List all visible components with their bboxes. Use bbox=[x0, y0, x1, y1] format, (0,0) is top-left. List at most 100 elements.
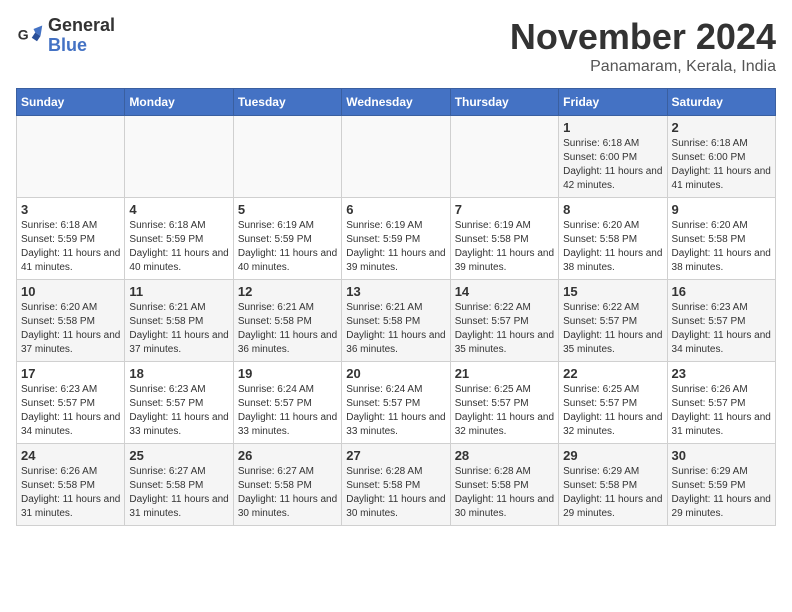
day-info: Sunrise: 6:20 AM Sunset: 5:58 PM Dayligh… bbox=[563, 219, 662, 275]
calendar-body: 1 Sunrise: 6:18 AM Sunset: 6:00 PM Daylig… bbox=[17, 116, 776, 526]
day-info: Sunrise: 6:29 AM Sunset: 5:58 PM Dayligh… bbox=[563, 465, 662, 521]
day-info: Sunrise: 6:27 AM Sunset: 5:58 PM Dayligh… bbox=[238, 465, 337, 521]
calendar-cell: 9 Sunrise: 6:20 AM Sunset: 5:58 PM Daylig… bbox=[667, 198, 775, 280]
calendar-cell: 7Sunrise: 6:19 AM Sunset: 5:58 PM Daylig… bbox=[450, 198, 558, 280]
weekday-row: SundayMondayTuesdayWednesdayThursdayFrid… bbox=[17, 89, 776, 116]
calendar-cell: 8Sunrise: 6:20 AM Sunset: 5:58 PM Daylig… bbox=[559, 198, 667, 280]
day-info: Sunrise: 6:19 AM Sunset: 5:59 PM Dayligh… bbox=[346, 219, 445, 275]
day-number: 30 bbox=[672, 448, 771, 463]
day-info: Sunrise: 6:19 AM Sunset: 5:59 PM Dayligh… bbox=[238, 219, 337, 275]
day-info: Sunrise: 6:26 AM Sunset: 5:58 PM Dayligh… bbox=[21, 465, 120, 521]
calendar-cell bbox=[233, 116, 341, 198]
day-info: Sunrise: 6:23 AM Sunset: 5:57 PM Dayligh… bbox=[672, 301, 771, 357]
week-row-0: 1 Sunrise: 6:18 AM Sunset: 6:00 PM Daylig… bbox=[17, 116, 776, 198]
week-row-1: 3 Sunrise: 6:18 AM Sunset: 5:59 PM Daylig… bbox=[17, 198, 776, 280]
day-number: 17 bbox=[21, 366, 120, 381]
calendar-cell: 27Sunrise: 6:28 AM Sunset: 5:58 PM Dayli… bbox=[342, 444, 450, 526]
day-number: 29 bbox=[563, 448, 662, 463]
day-info: Sunrise: 6:21 AM Sunset: 5:58 PM Dayligh… bbox=[238, 301, 337, 357]
calendar-cell: 30 Sunrise: 6:29 AM Sunset: 5:59 PM Dayli… bbox=[667, 444, 775, 526]
calendar-cell: 3Sunrise: 6:18 AM Sunset: 5:59 PM Daylig… bbox=[17, 198, 125, 280]
day-number: 9 bbox=[672, 202, 771, 217]
calendar-cell: 5Sunrise: 6:19 AM Sunset: 5:59 PM Daylig… bbox=[233, 198, 341, 280]
weekday-header-monday: Monday bbox=[125, 89, 233, 116]
calendar-cell: 23 Sunrise: 6:26 AM Sunset: 5:57 PM Dayli… bbox=[667, 362, 775, 444]
weekday-header-tuesday: Tuesday bbox=[233, 89, 341, 116]
day-info: Sunrise: 6:28 AM Sunset: 5:58 PM Dayligh… bbox=[455, 465, 554, 521]
weekday-header-saturday: Saturday bbox=[667, 89, 775, 116]
logo-line1: General bbox=[48, 16, 115, 36]
day-number: 12 bbox=[238, 284, 337, 299]
week-row-2: 10 Sunrise: 6:20 AM Sunset: 5:58 PM Dayli… bbox=[17, 280, 776, 362]
day-info: Sunrise: 6:23 AM Sunset: 5:57 PM Dayligh… bbox=[21, 383, 120, 439]
calendar-cell: 10 Sunrise: 6:20 AM Sunset: 5:58 PM Dayli… bbox=[17, 280, 125, 362]
weekday-header-thursday: Thursday bbox=[450, 89, 558, 116]
svg-text:G: G bbox=[18, 26, 29, 42]
day-number: 16 bbox=[672, 284, 771, 299]
calendar-subtitle: Panamaram, Kerala, India bbox=[510, 58, 776, 76]
calendar-cell: 29 Sunrise: 6:29 AM Sunset: 5:58 PM Dayli… bbox=[559, 444, 667, 526]
calendar-cell bbox=[342, 116, 450, 198]
day-number: 4 bbox=[129, 202, 228, 217]
day-number: 14 bbox=[455, 284, 554, 299]
day-number: 22 bbox=[563, 366, 662, 381]
day-number: 21 bbox=[455, 366, 554, 381]
day-number: 11 bbox=[129, 284, 228, 299]
day-info: Sunrise: 6:18 AM Sunset: 6:00 PM Dayligh… bbox=[563, 137, 662, 193]
calendar-cell: 17 Sunrise: 6:23 AM Sunset: 5:57 PM Dayli… bbox=[17, 362, 125, 444]
logo-line2: Blue bbox=[48, 36, 115, 56]
day-info: Sunrise: 6:29 AM Sunset: 5:59 PM Dayligh… bbox=[672, 465, 771, 521]
calendar-cell: 26 Sunrise: 6:27 AM Sunset: 5:58 PM Dayli… bbox=[233, 444, 341, 526]
day-info: Sunrise: 6:25 AM Sunset: 5:57 PM Dayligh… bbox=[455, 383, 554, 439]
day-number: 27 bbox=[346, 448, 445, 463]
day-info: Sunrise: 6:27 AM Sunset: 5:58 PM Dayligh… bbox=[129, 465, 228, 521]
day-number: 15 bbox=[563, 284, 662, 299]
calendar-cell: 11 Sunrise: 6:21 AM Sunset: 5:58 PM Dayli… bbox=[125, 280, 233, 362]
day-info: Sunrise: 6:18 AM Sunset: 5:59 PM Dayligh… bbox=[129, 219, 228, 275]
calendar-cell: 4 Sunrise: 6:18 AM Sunset: 5:59 PM Daylig… bbox=[125, 198, 233, 280]
day-info: Sunrise: 6:26 AM Sunset: 5:57 PM Dayligh… bbox=[672, 383, 771, 439]
calendar-cell: 6 Sunrise: 6:19 AM Sunset: 5:59 PM Daylig… bbox=[342, 198, 450, 280]
calendar-cell: 14Sunrise: 6:22 AM Sunset: 5:57 PM Dayli… bbox=[450, 280, 558, 362]
calendar-cell bbox=[17, 116, 125, 198]
calendar-cell: 21 Sunrise: 6:25 AM Sunset: 5:57 PM Dayli… bbox=[450, 362, 558, 444]
calendar-cell: 1 Sunrise: 6:18 AM Sunset: 6:00 PM Daylig… bbox=[559, 116, 667, 198]
day-number: 19 bbox=[238, 366, 337, 381]
day-info: Sunrise: 6:22 AM Sunset: 5:57 PM Dayligh… bbox=[563, 301, 662, 357]
title-area: November 2024 Panamaram, Kerala, India bbox=[510, 16, 776, 76]
weekday-header-sunday: Sunday bbox=[17, 89, 125, 116]
calendar-cell bbox=[450, 116, 558, 198]
weekday-header-wednesday: Wednesday bbox=[342, 89, 450, 116]
day-number: 1 bbox=[563, 120, 662, 135]
day-number: 7 bbox=[455, 202, 554, 217]
calendar-cell: 15 Sunrise: 6:22 AM Sunset: 5:57 PM Dayli… bbox=[559, 280, 667, 362]
calendar-cell: 12 Sunrise: 6:21 AM Sunset: 5:58 PM Dayli… bbox=[233, 280, 341, 362]
calendar-cell: 22Sunrise: 6:25 AM Sunset: 5:57 PM Dayli… bbox=[559, 362, 667, 444]
day-number: 28 bbox=[455, 448, 554, 463]
day-number: 23 bbox=[672, 366, 771, 381]
day-number: 3 bbox=[21, 202, 120, 217]
calendar-cell: 24Sunrise: 6:26 AM Sunset: 5:58 PM Dayli… bbox=[17, 444, 125, 526]
day-number: 26 bbox=[238, 448, 337, 463]
day-number: 20 bbox=[346, 366, 445, 381]
day-number: 10 bbox=[21, 284, 120, 299]
day-number: 18 bbox=[129, 366, 228, 381]
week-row-3: 17 Sunrise: 6:23 AM Sunset: 5:57 PM Dayli… bbox=[17, 362, 776, 444]
calendar-cell: 16 Sunrise: 6:23 AM Sunset: 5:57 PM Dayli… bbox=[667, 280, 775, 362]
calendar-cell: 28 Sunrise: 6:28 AM Sunset: 5:58 PM Dayli… bbox=[450, 444, 558, 526]
day-number: 13 bbox=[346, 284, 445, 299]
day-number: 25 bbox=[129, 448, 228, 463]
day-info: Sunrise: 6:24 AM Sunset: 5:57 PM Dayligh… bbox=[238, 383, 337, 439]
logo-icon: G bbox=[16, 22, 44, 50]
day-info: Sunrise: 6:20 AM Sunset: 5:58 PM Dayligh… bbox=[21, 301, 120, 357]
day-info: Sunrise: 6:23 AM Sunset: 5:57 PM Dayligh… bbox=[129, 383, 228, 439]
day-number: 6 bbox=[346, 202, 445, 217]
weekday-header-friday: Friday bbox=[559, 89, 667, 116]
day-info: Sunrise: 6:21 AM Sunset: 5:58 PM Dayligh… bbox=[346, 301, 445, 357]
day-info: Sunrise: 6:20 AM Sunset: 5:58 PM Dayligh… bbox=[672, 219, 771, 275]
calendar-cell: 19 Sunrise: 6:24 AM Sunset: 5:57 PM Dayli… bbox=[233, 362, 341, 444]
day-info: Sunrise: 6:21 AM Sunset: 5:58 PM Dayligh… bbox=[129, 301, 228, 357]
week-row-4: 24Sunrise: 6:26 AM Sunset: 5:58 PM Dayli… bbox=[17, 444, 776, 526]
calendar-cell: 2Sunrise: 6:18 AM Sunset: 6:00 PM Daylig… bbox=[667, 116, 775, 198]
day-info: Sunrise: 6:18 AM Sunset: 6:00 PM Dayligh… bbox=[672, 137, 771, 193]
